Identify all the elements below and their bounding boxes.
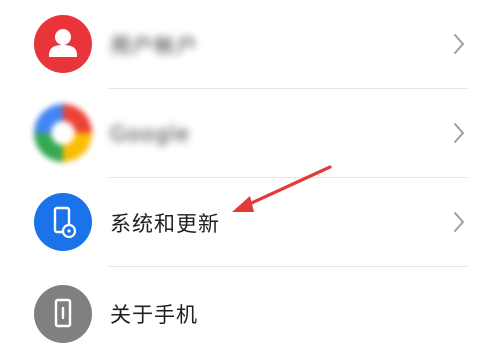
settings-item-system-update[interactable]: 系统和更新: [0, 178, 500, 267]
settings-item-account[interactable]: 用户帐户: [0, 0, 500, 89]
chevron-right-icon: [454, 34, 464, 54]
settings-item-label: 系统和更新: [110, 211, 220, 236]
account-icon: [34, 15, 92, 73]
chevron-right-icon: [454, 212, 464, 232]
about-phone-icon: [34, 285, 92, 343]
settings-item-about-phone[interactable]: 关于手机: [0, 267, 500, 356]
settings-item-label: 关于手机: [110, 303, 198, 327]
settings-item-label: 用户帐户: [110, 33, 198, 58]
system-update-icon: [34, 193, 92, 251]
settings-list: 用户帐户 Google 系统和更新 关于手机: [0, 0, 500, 356]
settings-item-google[interactable]: Google: [0, 89, 500, 178]
chevron-right-icon: [454, 123, 464, 143]
google-icon: [34, 104, 92, 162]
settings-item-label: Google: [110, 121, 191, 146]
